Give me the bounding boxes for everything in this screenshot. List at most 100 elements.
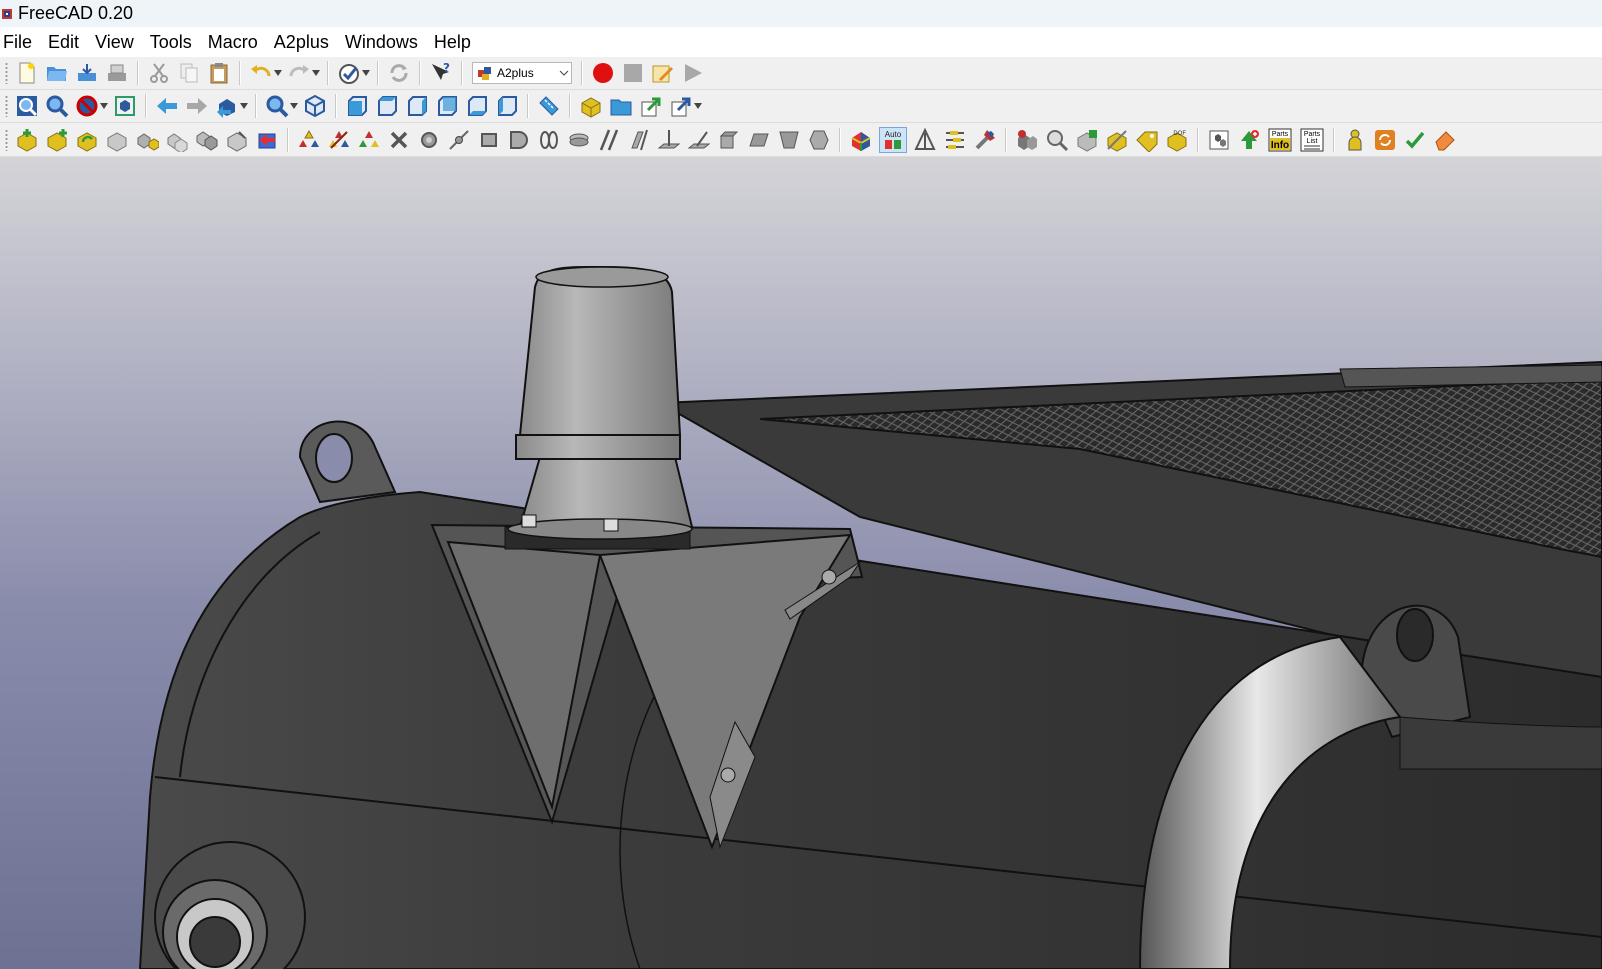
delete-constraint-icon[interactable] bbox=[387, 128, 411, 152]
show-connected-icon[interactable] bbox=[1015, 128, 1039, 152]
chevron-down-icon[interactable] bbox=[290, 94, 298, 118]
sphere-constraint-icon[interactable] bbox=[507, 128, 531, 152]
isolate-element-icon[interactable] bbox=[1105, 128, 1129, 152]
planes-parallel-icon[interactable] bbox=[717, 128, 741, 152]
reload-icon[interactable] bbox=[1373, 128, 1397, 152]
axis-coincident-icon[interactable] bbox=[567, 128, 591, 152]
axis-plane-parallel-icon[interactable] bbox=[627, 128, 651, 152]
repair-tree-icon[interactable] bbox=[973, 128, 997, 152]
eraser-icon[interactable] bbox=[1433, 128, 1457, 152]
paste-icon[interactable] bbox=[207, 61, 231, 85]
macro-run-icon[interactable] bbox=[681, 61, 705, 85]
fit-selection-icon[interactable] bbox=[45, 94, 69, 118]
auto-solve-toggle[interactable]: Auto bbox=[879, 126, 907, 153]
macro-record-icon[interactable] bbox=[591, 61, 615, 85]
undo-icon[interactable] bbox=[249, 61, 273, 85]
delete-connections-icon[interactable] bbox=[255, 128, 279, 152]
toolbar-grip[interactable] bbox=[5, 62, 8, 84]
3d-model-render[interactable] bbox=[0, 157, 1602, 969]
rear-view-icon[interactable] bbox=[435, 94, 459, 118]
workbench-check-icon[interactable] bbox=[337, 61, 361, 85]
dof-icon[interactable]: DOF bbox=[1165, 128, 1189, 152]
show-element-icon[interactable] bbox=[1075, 128, 1099, 152]
link-actions-icon[interactable] bbox=[669, 94, 693, 118]
refresh-icon[interactable] bbox=[387, 61, 411, 85]
parts-info-button[interactable]: Parts Info bbox=[1267, 128, 1293, 152]
search-icon[interactable] bbox=[1045, 128, 1069, 152]
constraint-triangle-icon[interactable] bbox=[357, 128, 381, 152]
menu-a2plus[interactable]: A2plus bbox=[266, 27, 337, 57]
chevron-down-icon[interactable] bbox=[694, 94, 702, 118]
convert-part-icon[interactable] bbox=[135, 128, 159, 152]
menu-macro[interactable]: Macro bbox=[200, 27, 266, 57]
constraint-viewer-icon[interactable] bbox=[943, 128, 967, 152]
angled-planes-icon[interactable] bbox=[777, 128, 801, 152]
top-view-icon[interactable] bbox=[375, 94, 399, 118]
toolbar-grip[interactable] bbox=[5, 95, 8, 117]
part-icon[interactable] bbox=[579, 94, 603, 118]
menu-help[interactable]: Help bbox=[426, 27, 479, 57]
add-part-shape-icon[interactable] bbox=[45, 128, 69, 152]
chevron-down-icon[interactable] bbox=[100, 94, 108, 118]
nav-forward-icon[interactable] bbox=[185, 94, 209, 118]
menu-edit[interactable]: Edit bbox=[40, 27, 87, 57]
menu-tools[interactable]: Tools bbox=[142, 27, 200, 57]
duplicate-part-icon[interactable] bbox=[105, 128, 129, 152]
chevron-down-icon[interactable] bbox=[362, 61, 370, 85]
point-identity-icon[interactable] bbox=[417, 128, 441, 152]
solve-constraints-icon[interactable] bbox=[297, 128, 321, 152]
workbench-selector[interactable]: A2plus bbox=[472, 62, 572, 84]
front-view-icon[interactable] bbox=[345, 94, 369, 118]
menu-view[interactable]: View bbox=[87, 27, 142, 57]
measure-icon[interactable] bbox=[537, 94, 561, 118]
open-file-icon[interactable] bbox=[45, 61, 69, 85]
axis-plane-angle-icon[interactable] bbox=[687, 128, 711, 152]
label-tag-icon[interactable] bbox=[1135, 128, 1159, 152]
group-icon[interactable] bbox=[609, 94, 633, 118]
macro-edit-icon[interactable] bbox=[651, 61, 675, 85]
toggle-transparency-icon[interactable] bbox=[849, 128, 873, 152]
isometric-view-icon[interactable] bbox=[303, 94, 327, 118]
chevron-down-icon[interactable] bbox=[274, 61, 282, 85]
copy-icon[interactable] bbox=[177, 61, 201, 85]
export-icon[interactable] bbox=[105, 61, 129, 85]
plane-coincident-icon[interactable] bbox=[747, 128, 771, 152]
checkmark-icon[interactable] bbox=[1403, 128, 1427, 152]
right-view-icon[interactable] bbox=[405, 94, 429, 118]
create-bom-icon[interactable] bbox=[1207, 128, 1231, 152]
circular-edge-icon[interactable] bbox=[537, 128, 561, 152]
center-of-mass-icon[interactable] bbox=[807, 128, 831, 152]
point-on-line-icon[interactable] bbox=[447, 128, 471, 152]
flip-direction-icon[interactable] bbox=[913, 127, 937, 152]
point-on-plane-icon[interactable] bbox=[477, 128, 501, 152]
draw-style-icon[interactable] bbox=[75, 94, 99, 118]
tree-add-icon[interactable] bbox=[1237, 128, 1261, 152]
chevron-down-icon[interactable] bbox=[240, 94, 248, 118]
std-zoom-icon[interactable] bbox=[265, 94, 289, 118]
axis-plane-normal-icon[interactable] bbox=[657, 128, 681, 152]
axis-parallel-icon[interactable] bbox=[597, 128, 621, 152]
menu-file[interactable]: File bbox=[0, 27, 40, 57]
cut-icon[interactable] bbox=[147, 61, 171, 85]
sync-view-icon[interactable] bbox=[215, 94, 239, 118]
update-imports-icon[interactable] bbox=[75, 128, 99, 152]
bounding-box-icon[interactable] bbox=[113, 94, 137, 118]
left-view-icon[interactable] bbox=[495, 94, 519, 118]
pointconstraint-icon[interactable] bbox=[327, 128, 351, 152]
new-file-icon[interactable] bbox=[15, 61, 39, 85]
nav-back-icon[interactable] bbox=[155, 94, 179, 118]
chevron-down-icon[interactable] bbox=[312, 61, 320, 85]
link-make-icon[interactable] bbox=[639, 94, 663, 118]
parts-list-button[interactable]: Parts List bbox=[1299, 128, 1325, 152]
import-icon[interactable] bbox=[75, 61, 99, 85]
macro-stop-icon[interactable] bbox=[621, 61, 645, 85]
move-under-constraints-icon[interactable] bbox=[225, 128, 249, 152]
fit-all-icon[interactable] bbox=[15, 94, 39, 118]
redo-icon[interactable] bbox=[287, 61, 311, 85]
menu-windows[interactable]: Windows bbox=[337, 27, 426, 57]
edit-part-icon[interactable] bbox=[165, 128, 189, 152]
move-part-icon[interactable] bbox=[195, 128, 219, 152]
whats-this-icon[interactable]: ? bbox=[429, 61, 453, 85]
bottom-view-icon[interactable] bbox=[465, 94, 489, 118]
add-part-icon[interactable] bbox=[15, 128, 39, 152]
